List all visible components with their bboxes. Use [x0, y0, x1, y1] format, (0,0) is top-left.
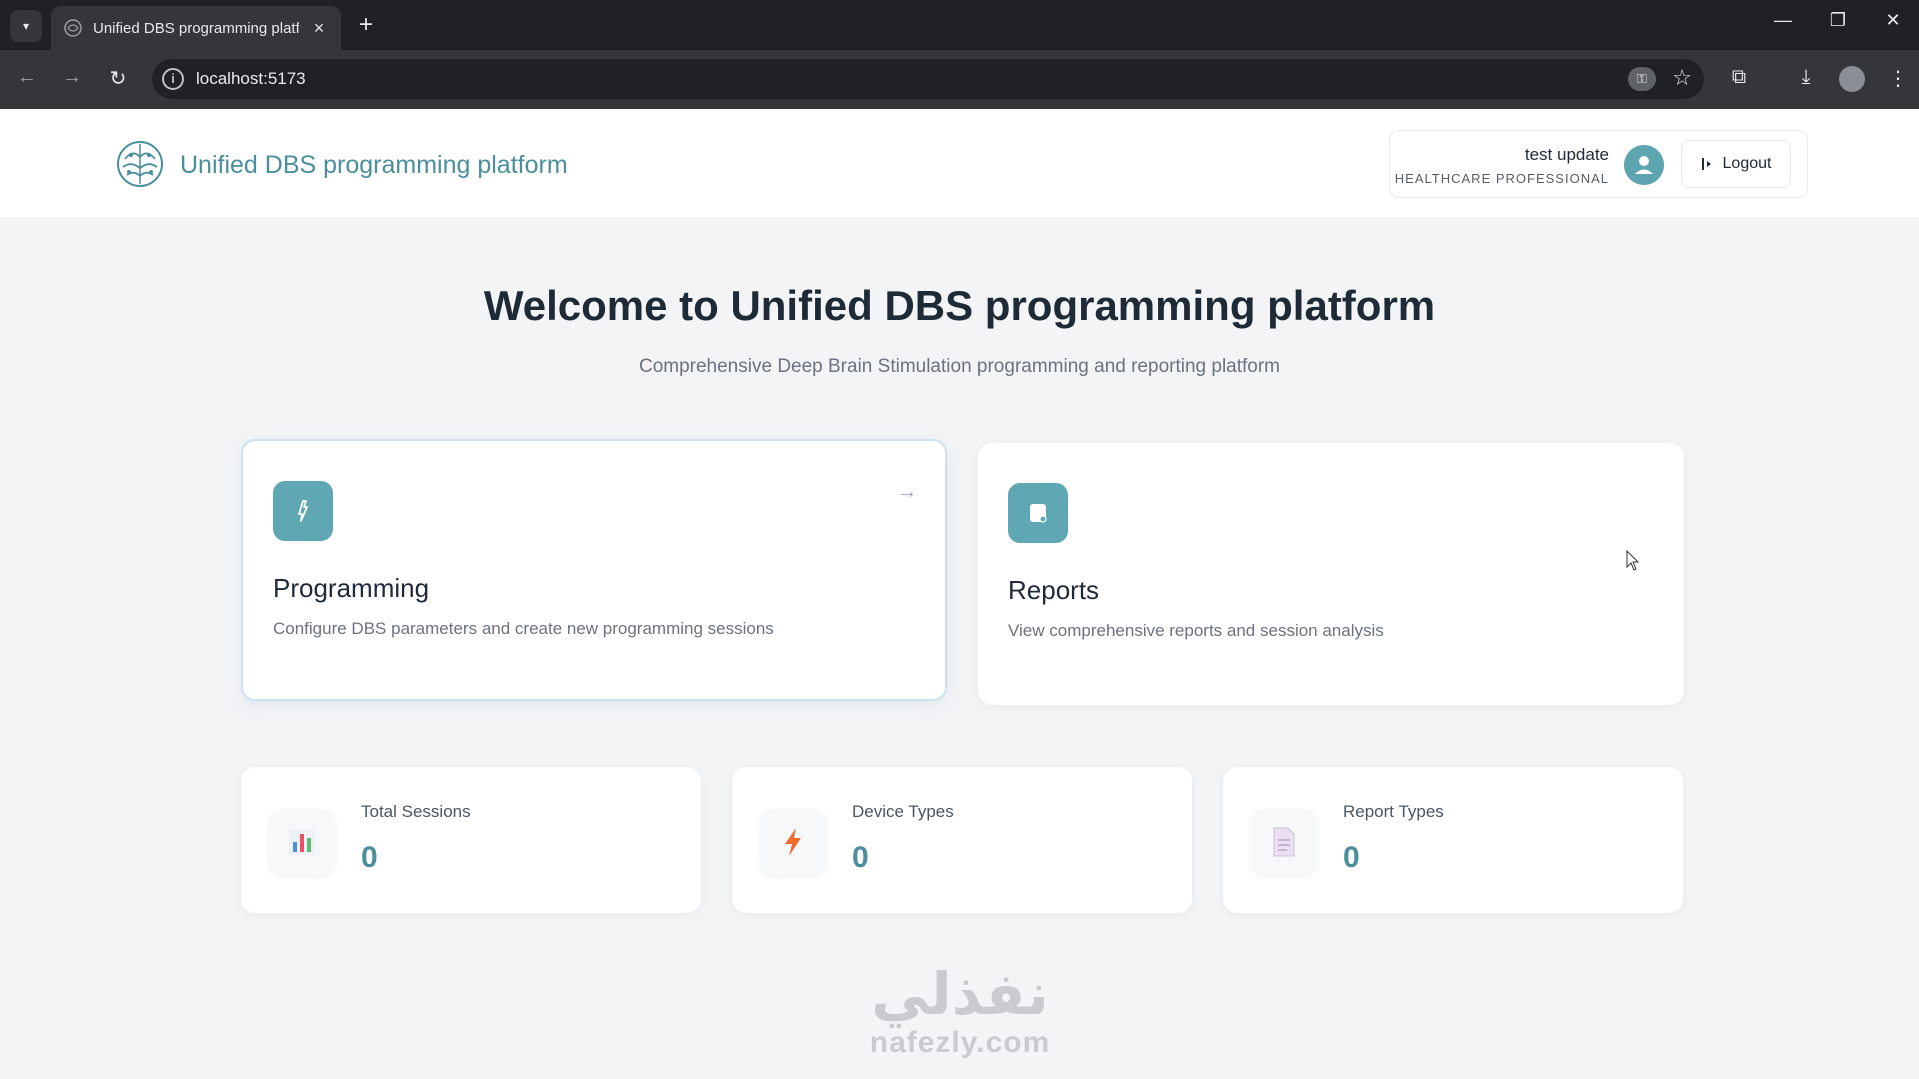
menu-icon[interactable]: ⋮ — [1884, 66, 1912, 91]
stat-label: Device Types — [852, 802, 954, 821]
reload-icon[interactable]: ↻ — [104, 66, 132, 91]
extensions-icon[interactable]: ⧉ — [1725, 66, 1753, 89]
stat-value: 0 — [852, 841, 869, 874]
browser-toolbar: ← → ↻ i localhost:5173 ⚿ ☆ ⧉ ⤓ ⋮ — [0, 50, 1919, 109]
stat-label: Report Types — [1343, 802, 1444, 821]
close-icon[interactable]: × — [309, 18, 329, 39]
brain-logo-icon — [117, 141, 163, 187]
programming-card[interactable]: → Programming Configure DBS parameters a… — [241, 439, 947, 701]
browser-tab[interactable]: Unified DBS programming platf × — [51, 6, 341, 50]
watermark-latin: nafezly.com — [869, 1026, 1051, 1059]
minimize-icon[interactable]: — — [1768, 10, 1798, 31]
plus-icon[interactable]: + — [352, 12, 380, 38]
download-icon[interactable]: ⤓ — [1792, 66, 1820, 89]
bar-chart-icon — [269, 809, 335, 875]
address-bar[interactable]: i localhost:5173 ⚿ ☆ — [152, 59, 1704, 99]
watermark-logo: نفذلي nafezly.com — [850, 962, 1070, 1060]
lightning-icon — [760, 809, 826, 875]
info-icon[interactable]: i — [162, 68, 184, 90]
forward-icon[interactable]: → — [58, 66, 86, 89]
page-icon — [1251, 809, 1317, 875]
key-icon[interactable]: ⚿ — [1628, 67, 1656, 91]
user-avatar-icon[interactable] — [1624, 145, 1664, 185]
programming-description: Configure DBS parameters and create new … — [273, 619, 774, 638]
stat-card-report-types: Report Types 0 — [1223, 767, 1683, 913]
brand-title: Unified DBS programming platform — [180, 151, 568, 179]
stat-card-total-sessions: Total Sessions 0 — [241, 767, 701, 913]
user-panel: test update HEALTHCARE PROFESSIONAL Logo… — [1389, 130, 1808, 198]
url-text: localhost:5173 — [196, 69, 306, 88]
brain-favicon-icon — [64, 19, 82, 37]
watermark-arabic: نفذلي — [871, 960, 1049, 1028]
tab-dropdown-icon[interactable]: ▾ — [10, 10, 42, 42]
reports-card[interactable]: Reports View comprehensive reports and s… — [978, 443, 1684, 705]
app-header: Unified DBS programming platform test up… — [0, 109, 1919, 219]
programming-title: Programming — [273, 573, 430, 603]
logout-button[interactable]: Logout — [1681, 140, 1791, 188]
profile-avatar[interactable] — [1839, 66, 1865, 92]
activity-icon — [273, 481, 333, 541]
star-icon[interactable]: ☆ — [1672, 65, 1692, 91]
logout-icon — [1701, 158, 1711, 170]
mouse-cursor-icon — [1626, 550, 1640, 571]
tab-title: Unified DBS programming platf — [93, 19, 299, 37]
restore-icon[interactable]: ❐ — [1823, 10, 1853, 31]
stat-value: 0 — [1343, 841, 1360, 874]
reports-title: Reports — [1008, 575, 1100, 605]
arrow-right-icon: → — [897, 481, 917, 503]
reports-description: View comprehensive reports and session a… — [1008, 621, 1384, 640]
page-subtitle: Comprehensive Deep Brain Stimulation pro… — [638, 356, 1281, 377]
stat-card-device-types: Device Types 0 — [732, 767, 1192, 913]
document-icon — [1008, 483, 1068, 543]
close-window-icon[interactable]: ✕ — [1878, 10, 1908, 31]
back-icon[interactable]: ← — [13, 66, 41, 89]
browser-tab-bar: ▾ Unified DBS programming platf × + — ❐ … — [0, 0, 1919, 50]
user-name: test update — [1524, 145, 1609, 164]
stat-value: 0 — [361, 841, 378, 874]
user-role: HEALTHCARE PROFESSIONAL — [1394, 171, 1609, 186]
page-title: Welcome to Unified DBS programming platf… — [483, 282, 1436, 329]
logout-label: Logout — [1722, 155, 1772, 172]
stat-label: Total Sessions — [361, 802, 471, 821]
